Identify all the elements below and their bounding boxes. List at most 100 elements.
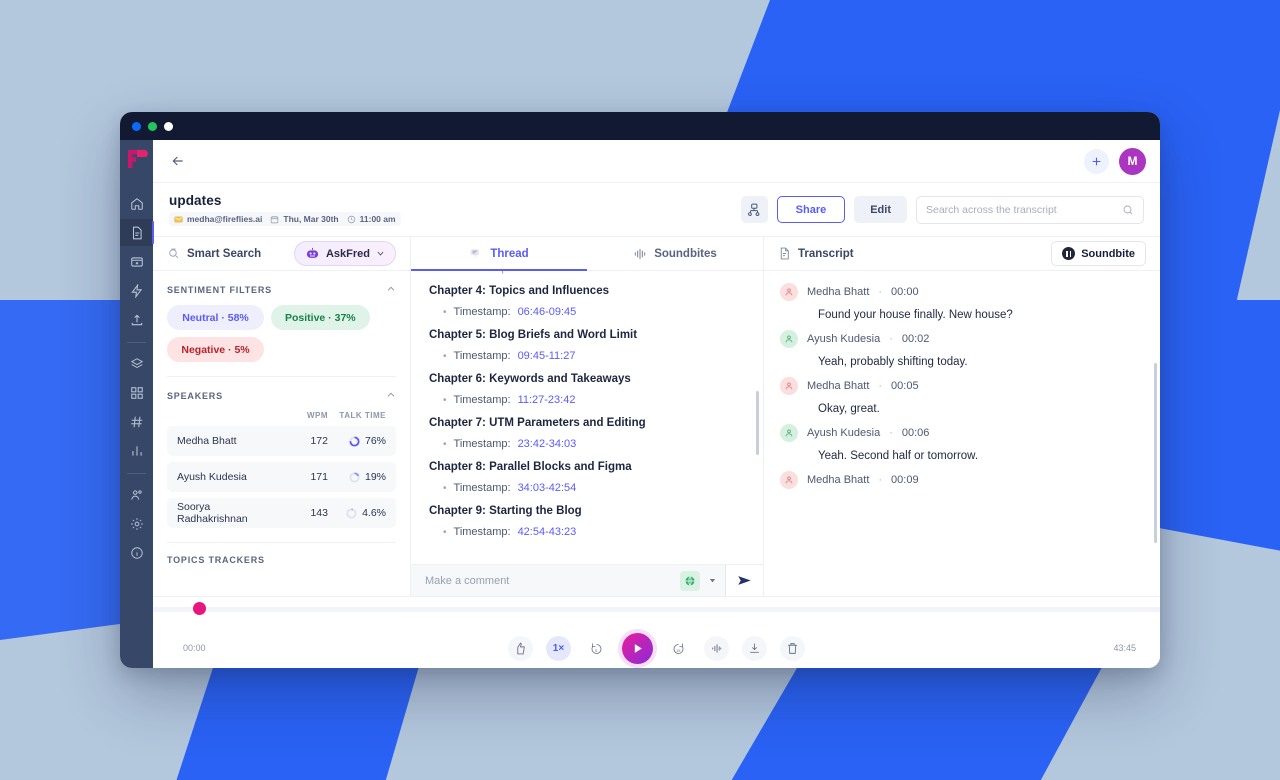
caret-down-icon[interactable] <box>708 576 717 585</box>
donut-icon <box>346 507 357 519</box>
sidebar-item-analytics[interactable] <box>120 437 153 464</box>
tab-soundbites[interactable]: Soundbites <box>587 237 763 270</box>
window-titlebar <box>120 112 1160 140</box>
speaker-wpm: 171 <box>310 471 328 483</box>
sidebar-item-home[interactable] <box>120 190 153 217</box>
timestamp-label: Timestamp: <box>453 526 511 538</box>
timestamp-value[interactable]: 06:46-09:45 <box>518 306 577 318</box>
speaker-row[interactable]: Soorya Radhakrishnan 143 4.6% <box>167 498 396 528</box>
progress-track[interactable] <box>153 607 1160 612</box>
traffic-light-white[interactable] <box>164 121 173 131</box>
thread-scrollbar[interactable] <box>756 391 759 455</box>
total-time: 43:45 <box>1113 643 1136 653</box>
mail-icon <box>174 216 183 222</box>
waveform-icon <box>712 643 722 653</box>
separator: · <box>878 380 883 392</box>
transcript-utterance[interactable]: Ayush Kudesia · 00:06 Yeah. Second half … <box>780 420 1144 462</box>
thread-panel: Thread Soundbites • Timestamp: 03 <box>411 237 764 596</box>
sidebar-item-settings[interactable] <box>120 510 153 537</box>
transcript-scroll-area[interactable]: Medha Bhatt · 00:00 Found your house fin… <box>764 271 1160 596</box>
sentiment-section-header[interactable]: SENTIMENT FILTERS <box>167 271 396 305</box>
player-controls: 1× 5 15 <box>508 632 805 664</box>
askfred-button[interactable]: AskFred <box>293 241 396 266</box>
transcript-scrollbar[interactable] <box>1154 363 1157 543</box>
fireflies-logo[interactable] <box>126 148 148 170</box>
delete-button[interactable] <box>780 635 805 661</box>
askfred-label: AskFred <box>325 247 370 260</box>
chevron-up-icon <box>387 392 395 397</box>
sentiment-chip-neutral[interactable]: Neutral · 58% <box>167 305 264 330</box>
sidebar-item-automations[interactable] <box>120 277 153 304</box>
org-chart-button[interactable] <box>740 196 768 223</box>
sidebar-item-upload[interactable] <box>120 306 153 333</box>
speed-button[interactable]: 1× <box>546 635 571 661</box>
send-comment-button[interactable] <box>725 565 763 596</box>
back-button[interactable] <box>167 150 189 172</box>
thread-scroll-area[interactable]: • Timestamp: 03:39-06:46 Chapter 4: Topi… <box>411 271 763 564</box>
transcript-utterance[interactable]: Medha Bhatt · 00:00 Found your house fin… <box>780 279 1144 321</box>
speakers-section-header[interactable]: SPEAKERS <box>167 377 396 411</box>
browser-icon <box>130 256 143 267</box>
sentiment-chip-positive[interactable]: Positive · 37% <box>271 305 370 330</box>
transcript-utterance[interactable]: Medha Bhatt · 00:05 Okay, great. <box>780 373 1144 415</box>
speakers-collapse[interactable] <box>386 390 396 402</box>
waveform-button[interactable] <box>704 635 729 661</box>
traffic-light-blue[interactable] <box>132 121 141 131</box>
person-icon <box>785 382 793 390</box>
avatar[interactable]: M <box>1119 147 1146 175</box>
timestamp-value[interactable]: 03:39-06:46 <box>518 271 577 274</box>
utterance-time[interactable]: 00:00 <box>891 286 919 298</box>
timestamp-value[interactable]: 23:42-34:03 <box>518 438 577 450</box>
thumbs-up-icon <box>517 641 525 654</box>
download-button[interactable] <box>742 635 767 661</box>
avatar <box>780 424 798 442</box>
timestamp-value[interactable]: 34:03-42:54 <box>518 482 577 494</box>
person-icon <box>785 476 793 484</box>
add-button[interactable] <box>1084 148 1109 174</box>
sidebar-item-topics[interactable] <box>120 408 153 435</box>
speaker-row[interactable]: Medha Bhatt 172 76% <box>167 426 396 456</box>
smart-search-label-group[interactable]: Smart Search <box>167 247 261 260</box>
timestamp-value[interactable]: 09:45-11:27 <box>518 350 576 362</box>
share-button[interactable]: Share <box>776 196 846 223</box>
utterance-time[interactable]: 00:09 <box>891 474 919 486</box>
sidebar-item-help[interactable] <box>120 539 153 566</box>
sidebar-item-meetings[interactable] <box>120 248 153 275</box>
timestamp-value[interactable]: 42:54-43:23 <box>518 526 577 538</box>
search-icon <box>1123 205 1133 214</box>
comment-visibility-button[interactable] <box>680 570 700 591</box>
rewind-5-button[interactable]: 5 <box>584 636 609 661</box>
sidebar-divider <box>127 342 146 343</box>
utterance-time[interactable]: 00:05 <box>891 380 919 392</box>
sentiment-collapse[interactable] <box>386 284 396 296</box>
separator: · <box>889 427 893 439</box>
transcript-utterance[interactable]: Ayush Kudesia · 00:02 Yeah, probably shi… <box>780 326 1144 368</box>
utterance-time[interactable]: 00:06 <box>902 427 930 439</box>
rewind-5-icon: 5 <box>591 643 602 654</box>
transcript-utterance[interactable]: Medha Bhatt · 00:09 <box>780 467 1144 493</box>
document-icon <box>780 247 789 260</box>
play-button[interactable] <box>622 632 653 664</box>
timestamp-value[interactable]: 11:27-23:42 <box>518 394 576 406</box>
chapter-title: Chapter 9: Starting the Blog <box>429 505 582 517</box>
meeting-owner: medha@fireflies.ai <box>174 214 262 224</box>
transcript-search[interactable] <box>916 195 1144 224</box>
search-input[interactable] <box>926 203 1116 216</box>
thumbs-up-button[interactable] <box>508 635 533 661</box>
sidebar-item-notes[interactable] <box>120 219 154 246</box>
edit-button[interactable]: Edit <box>854 196 907 223</box>
sidebar-item-team[interactable] <box>120 481 153 508</box>
forward-15-button[interactable]: 15 <box>666 636 691 661</box>
playhead-handle[interactable] <box>193 602 206 615</box>
soundbite-button[interactable]: Soundbite <box>1051 241 1146 266</box>
comment-input[interactable] <box>425 574 672 587</box>
speaker-wpm: 143 <box>310 507 328 519</box>
sidebar-item-apps[interactable] <box>120 379 153 406</box>
utterance-time[interactable]: 00:02 <box>902 333 930 345</box>
comment-bar <box>411 564 763 596</box>
sidebar-item-channels[interactable] <box>120 350 153 377</box>
speaker-row[interactable]: Ayush Kudesia 171 19% <box>167 462 396 492</box>
tab-thread[interactable]: Thread <box>411 237 587 271</box>
sentiment-chip-negative[interactable]: Negative · 5% <box>167 337 264 362</box>
traffic-light-green[interactable] <box>148 121 157 131</box>
